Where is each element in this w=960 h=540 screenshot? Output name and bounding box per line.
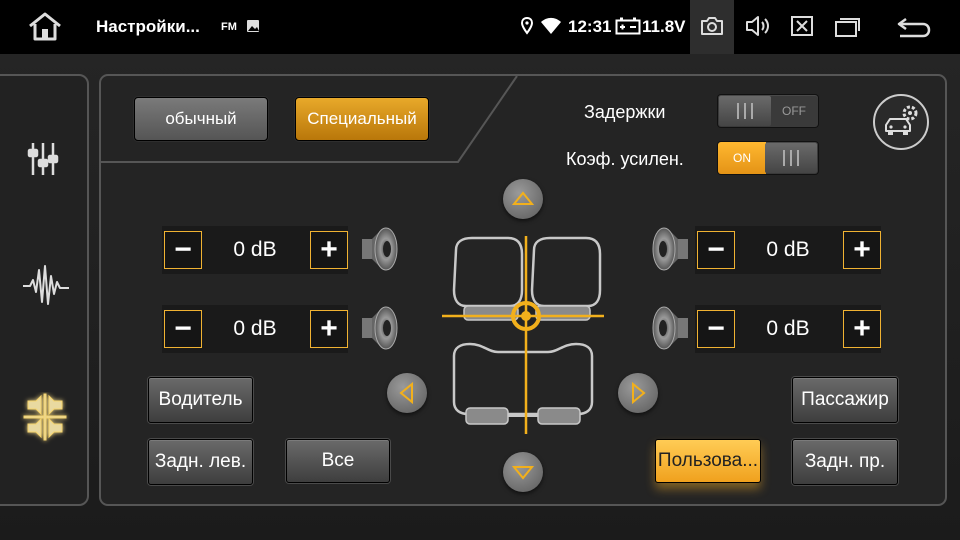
- waveform-icon[interactable]: [22, 262, 70, 308]
- gain-plus-button[interactable]: +: [310, 231, 348, 269]
- gain-label: Коэф. усилен.: [566, 149, 684, 169]
- gallery-icon: [247, 20, 259, 32]
- back-icon[interactable]: [896, 15, 932, 39]
- balance-down-button[interactable]: [503, 452, 543, 492]
- mode-special-button[interactable]: Специальный: [295, 97, 429, 141]
- delay-label: Задержки: [584, 102, 666, 122]
- toggle-knob: [765, 143, 817, 173]
- gain-value: 0 dB: [233, 317, 277, 340]
- delay-toggle[interactable]: OFF: [718, 95, 818, 127]
- balance-icon[interactable]: [20, 392, 70, 446]
- gain-minus-button[interactable]: −: [164, 231, 202, 269]
- clock: 12:31: [568, 17, 612, 36]
- gain-toggle[interactable]: ON: [718, 142, 818, 174]
- screenshot-button[interactable]: [690, 0, 734, 54]
- speaker-icon: [652, 227, 688, 271]
- status-bar: Настройки... FM 12:31 11.8V: [0, 0, 960, 54]
- app-title: Настройки...: [96, 17, 200, 36]
- rear-right-button[interactable]: Задн. пр.: [792, 439, 898, 485]
- gain-value: 0 dB: [766, 238, 810, 261]
- arrow-up-icon: [511, 191, 535, 205]
- speaker-icon: [362, 227, 398, 271]
- balance-left-button[interactable]: [387, 373, 427, 413]
- gain-plus-button[interactable]: +: [310, 310, 348, 348]
- gain-toggle-state: ON: [733, 151, 751, 165]
- home-icon[interactable]: [27, 12, 63, 42]
- gain-rear-right: − 0 dB +: [695, 305, 881, 353]
- car-settings-icon[interactable]: [872, 93, 930, 151]
- user-preset-button[interactable]: Пользова...: [655, 439, 761, 483]
- arrow-left-icon: [399, 381, 413, 405]
- balance-up-button[interactable]: [503, 179, 543, 219]
- battery-icon: [615, 17, 641, 35]
- driver-button[interactable]: Водитель: [148, 377, 253, 423]
- delay-toggle-state: OFF: [782, 104, 806, 118]
- fm-indicator: FM: [221, 21, 237, 33]
- arrow-down-icon: [511, 466, 535, 480]
- balance-right-button[interactable]: [618, 373, 658, 413]
- camera-icon: [701, 17, 723, 35]
- toggle-knob: [719, 96, 771, 126]
- gain-front-right: − 0 dB +: [695, 226, 881, 274]
- gain-minus-button[interactable]: −: [164, 310, 202, 348]
- volume-icon[interactable]: [745, 15, 771, 37]
- close-box-icon[interactable]: [791, 16, 813, 36]
- wifi-icon: [541, 17, 561, 34]
- rear-left-button[interactable]: Задн. лев.: [148, 439, 253, 485]
- gain-minus-button[interactable]: −: [697, 310, 735, 348]
- gain-plus-button[interactable]: +: [843, 231, 881, 269]
- gain-rear-left: − 0 dB +: [162, 305, 348, 353]
- arrow-right-icon: [632, 381, 646, 405]
- gain-value: 0 dB: [233, 238, 277, 261]
- mode-normal-button[interactable]: обычный: [134, 97, 268, 141]
- speaker-icon: [652, 306, 688, 350]
- equalizer-icon[interactable]: [27, 141, 61, 177]
- passenger-button[interactable]: Пассажир: [792, 377, 898, 423]
- gain-front-left: − 0 dB +: [162, 226, 348, 274]
- speaker-icon: [362, 306, 398, 350]
- gain-minus-button[interactable]: −: [697, 231, 735, 269]
- gain-plus-button[interactable]: +: [843, 310, 881, 348]
- recent-apps-icon[interactable]: [835, 15, 861, 37]
- gain-value: 0 dB: [766, 317, 810, 340]
- location-icon: [521, 17, 533, 35]
- balance-crosshair[interactable]: [440, 234, 606, 436]
- voltage: 11.8V: [642, 17, 686, 36]
- all-seats-button[interactable]: Все: [286, 439, 390, 483]
